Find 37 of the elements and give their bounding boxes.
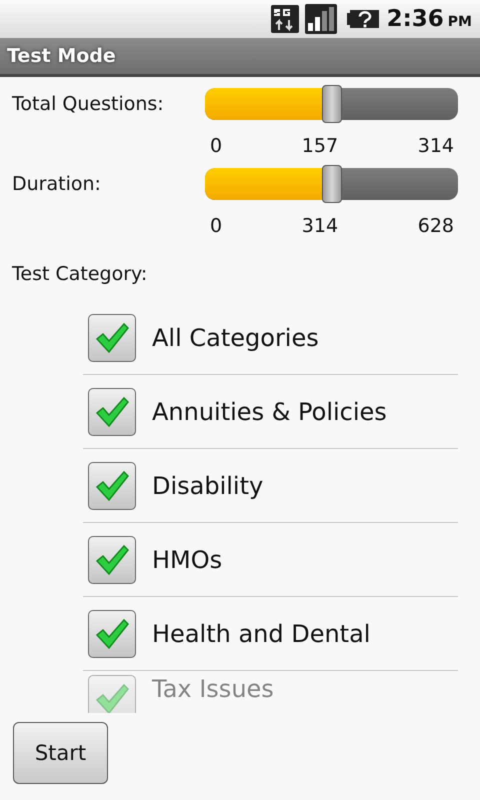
slider-thumb[interactable] bbox=[322, 85, 342, 123]
checkmark-icon bbox=[94, 618, 130, 650]
checkmark-icon bbox=[94, 322, 130, 354]
checkbox[interactable] bbox=[88, 388, 136, 436]
checkbox[interactable] bbox=[88, 675, 136, 713]
tick-label: 314 bbox=[418, 135, 454, 157]
checkbox[interactable] bbox=[88, 536, 136, 584]
category-label: All Categories bbox=[152, 324, 319, 352]
section-label: Test Category: bbox=[12, 263, 148, 285]
checkbox[interactable] bbox=[88, 610, 136, 658]
slider-track[interactable] bbox=[205, 88, 458, 120]
checkmark-icon bbox=[94, 544, 130, 576]
checkmark-icon bbox=[94, 683, 130, 713]
tick-label: 0 bbox=[210, 135, 222, 157]
network-3g-icon bbox=[270, 5, 299, 33]
clock-time: 2:36 bbox=[386, 6, 444, 32]
tick-label: 628 bbox=[418, 215, 454, 237]
checkmark-icon bbox=[94, 470, 130, 502]
signal-icon bbox=[304, 4, 337, 34]
tick-label: 0 bbox=[210, 215, 222, 237]
start-button[interactable]: Start bbox=[13, 722, 108, 784]
category-label: HMOs bbox=[152, 546, 222, 574]
tick-label: 314 bbox=[302, 215, 338, 237]
category-label: Tax Issues bbox=[152, 675, 274, 703]
screen-title: Test Mode bbox=[7, 45, 116, 67]
clock-ampm: PM bbox=[448, 13, 472, 30]
slider-label: Total Questions: bbox=[12, 93, 165, 115]
slider-label: Duration: bbox=[12, 173, 102, 195]
slider-track[interactable] bbox=[205, 168, 458, 200]
slider-thumb[interactable] bbox=[322, 165, 342, 203]
checkbox[interactable] bbox=[88, 314, 136, 362]
category-label: Disability bbox=[152, 472, 264, 500]
checkmark-icon bbox=[94, 396, 130, 428]
category-label: Annuities & Policies bbox=[152, 398, 387, 426]
tick-label: 157 bbox=[302, 135, 338, 157]
category-label: Health and Dental bbox=[152, 620, 370, 648]
checkbox[interactable] bbox=[88, 462, 136, 510]
